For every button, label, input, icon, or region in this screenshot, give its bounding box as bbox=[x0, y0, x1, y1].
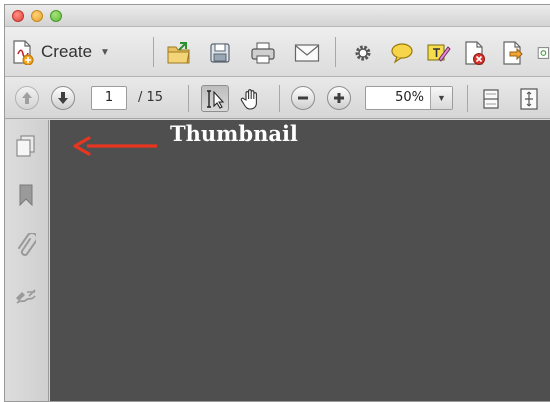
page-thumbnails-button[interactable] bbox=[13, 133, 39, 159]
signatures-button[interactable] bbox=[13, 284, 39, 310]
export-icon bbox=[503, 41, 523, 65]
attachment-icon bbox=[18, 233, 36, 256]
toolbar-separator bbox=[279, 85, 280, 112]
hand-tool-button[interactable] bbox=[238, 86, 264, 112]
minus-icon bbox=[298, 96, 308, 100]
page-total-label: / 15 bbox=[138, 90, 164, 105]
chevron-down-icon[interactable]: ▼ bbox=[430, 87, 452, 109]
close-window-button[interactable] bbox=[12, 10, 24, 22]
attachments-button[interactable] bbox=[13, 233, 39, 259]
toolbar-separator bbox=[467, 85, 468, 112]
save-button[interactable] bbox=[207, 39, 233, 67]
pdf-delete-icon bbox=[465, 41, 485, 65]
arrow-up-icon bbox=[22, 92, 32, 104]
fit-page-icon bbox=[520, 88, 538, 110]
zoom-select[interactable]: 50% ▼ bbox=[365, 86, 453, 110]
main-toolbar: Create ▼ bbox=[5, 27, 550, 77]
navigation-toolbar: 1 / 15 50% ▼ bbox=[5, 77, 550, 119]
comment-button[interactable] bbox=[388, 40, 416, 66]
open-button[interactable] bbox=[165, 39, 193, 67]
comment-icon bbox=[391, 43, 413, 64]
chevron-down-icon: ▼ bbox=[100, 46, 110, 58]
hand-icon bbox=[240, 89, 257, 110]
delete-pdf-button[interactable] bbox=[461, 39, 489, 67]
create-label: Create bbox=[41, 42, 93, 61]
next-page-button[interactable] bbox=[51, 86, 75, 110]
zoom-out-button[interactable] bbox=[291, 86, 315, 110]
gear-icon bbox=[355, 45, 371, 61]
extra-icon bbox=[537, 47, 550, 59]
bookmark-icon bbox=[19, 184, 33, 207]
export-button[interactable] bbox=[499, 39, 527, 67]
extra-tool-button[interactable] bbox=[537, 40, 550, 66]
open-folder-icon bbox=[167, 42, 190, 64]
zoom-in-button[interactable] bbox=[327, 86, 351, 110]
toolbar-separator bbox=[153, 37, 154, 67]
title-bar bbox=[5, 5, 550, 27]
print-icon bbox=[251, 42, 275, 64]
previous-page-button[interactable] bbox=[15, 86, 39, 110]
zoom-window-button[interactable] bbox=[50, 10, 62, 22]
toolbar-separator bbox=[335, 37, 336, 67]
zoom-value[interactable]: 50% bbox=[366, 87, 430, 109]
acrobat-window: Create ▼ 1 / 15 50% ▼ bbox=[4, 4, 550, 402]
annotation-arrow-icon bbox=[73, 136, 157, 156]
toolbar-separator bbox=[188, 85, 189, 112]
navigation-sidebar bbox=[5, 120, 49, 401]
create-button[interactable]: Create ▼ bbox=[11, 39, 110, 65]
text-select-cursor-icon bbox=[207, 89, 225, 109]
fit-width-icon bbox=[483, 89, 499, 109]
select-tool-button[interactable] bbox=[201, 85, 229, 112]
annotation-label: Thumbnail bbox=[170, 121, 298, 146]
settings-button[interactable] bbox=[351, 41, 375, 65]
arrow-down-icon bbox=[58, 92, 68, 104]
save-icon bbox=[210, 43, 230, 63]
pages-icon bbox=[16, 135, 35, 157]
page-number-input[interactable]: 1 bbox=[91, 86, 127, 110]
fit-width-button[interactable] bbox=[479, 86, 503, 112]
sticky-note-button[interactable] bbox=[425, 39, 453, 67]
minimize-window-button[interactable] bbox=[31, 10, 43, 22]
email-button[interactable] bbox=[292, 39, 322, 67]
email-icon bbox=[294, 44, 320, 62]
print-button[interactable] bbox=[248, 39, 278, 67]
signature-icon bbox=[16, 289, 36, 304]
bookmarks-button[interactable] bbox=[13, 182, 39, 208]
document-area[interactable] bbox=[50, 120, 550, 401]
plus-icon bbox=[334, 93, 344, 103]
fit-page-button[interactable] bbox=[517, 86, 541, 112]
sticky-note-icon bbox=[427, 44, 451, 62]
create-pdf-icon bbox=[13, 40, 34, 65]
